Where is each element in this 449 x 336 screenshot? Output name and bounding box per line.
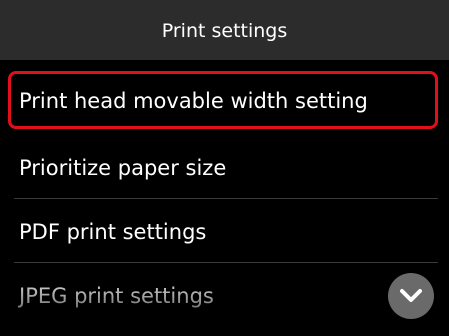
print-settings-screen: Print settings Print head movable width …	[0, 0, 449, 336]
page-title: Print settings	[161, 20, 288, 42]
menu-item-label: Print head movable width setting	[19, 89, 368, 113]
menu-item-label: PDF print settings	[19, 220, 207, 244]
menu-item-print-head-movable-width-setting[interactable]: Print head movable width setting	[0, 71, 449, 129]
menu-item-jpeg-print-settings[interactable]: JPEG print settings	[0, 268, 449, 324]
scroll-down-button[interactable]	[388, 273, 434, 319]
menu-item-label: Prioritize paper size	[19, 156, 227, 180]
menu-item-prioritize-paper-size[interactable]: Prioritize paper size	[0, 140, 449, 196]
menu-item-label: JPEG print settings	[19, 284, 214, 308]
menu-item-pdf-print-settings[interactable]: PDF print settings	[0, 204, 449, 260]
divider	[14, 262, 438, 263]
chevron-down-icon	[400, 289, 422, 302]
title-bar: Print settings	[0, 0, 449, 60]
divider	[14, 198, 438, 199]
